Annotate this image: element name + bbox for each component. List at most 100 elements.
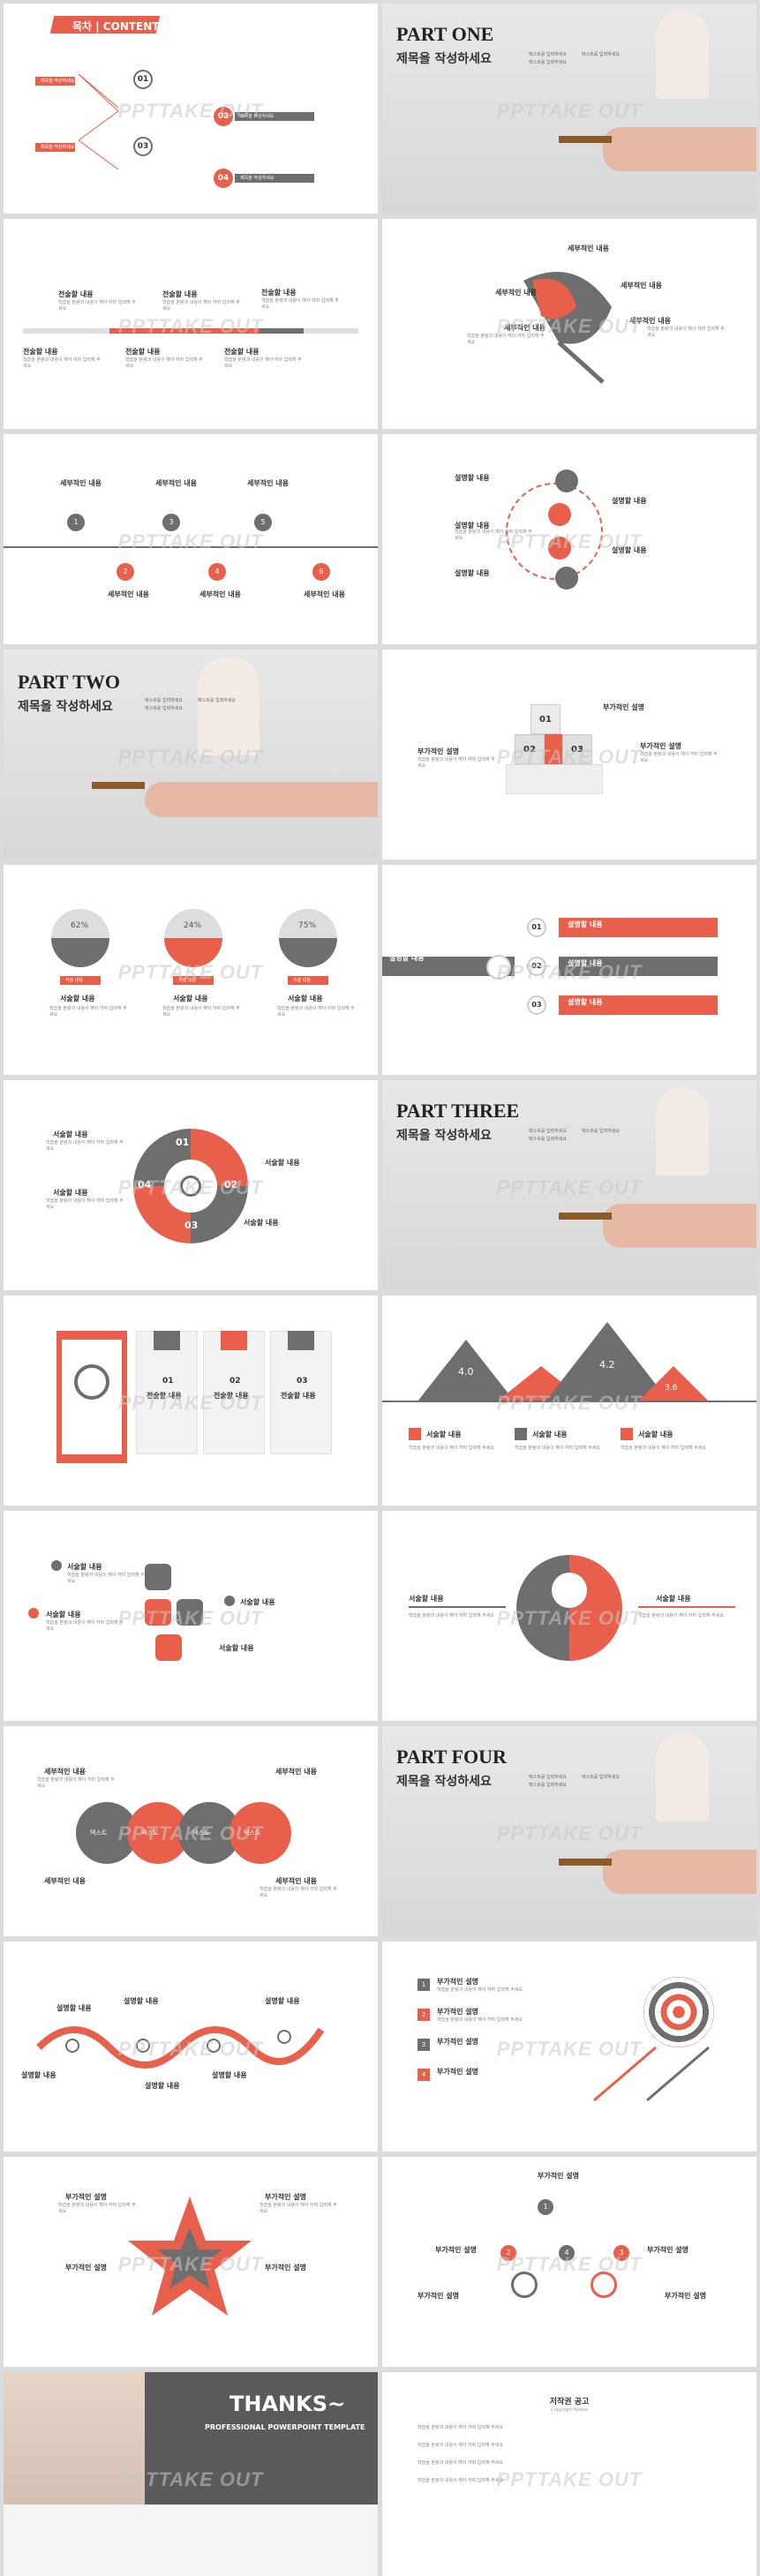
bullet: 텍스트를 입력하세요 — [582, 1129, 620, 1134]
therapist-shape — [198, 658, 260, 755]
table-shape — [559, 1213, 612, 1220]
circle-text: 텍스트 — [90, 1829, 108, 1836]
bullet: 텍스트를 입력하세요 — [582, 52, 620, 57]
arrows-slide: 서술할 내용 서술할 내용 서술할 내용 서술할 내용 학습을 분량과 내용이 … — [4, 1511, 378, 1721]
label: 부가적인 설명 — [265, 2264, 306, 2272]
target-icon — [643, 1977, 714, 2047]
node — [277, 2030, 291, 2044]
pill: 서술 내용 — [60, 976, 101, 985]
step-1: 1 — [67, 514, 85, 531]
arrow-block — [145, 1599, 171, 1626]
label: 부가적인 설명 — [418, 2292, 459, 2300]
desc: 학습을 분량과 내용이 해야 하며 입력해 주세요 — [162, 300, 240, 312]
value: 3.6 — [665, 1384, 678, 1393]
label: 서술할 내용 — [244, 1219, 279, 1227]
label: 서술할 내용 — [288, 995, 323, 1003]
num-3: 03 — [527, 995, 546, 1015]
node — [136, 2039, 150, 2053]
tab — [221, 1331, 247, 1350]
seg-num: 02 — [224, 1179, 238, 1190]
yinyang-chart — [516, 1555, 622, 1661]
label: 설명할 내용 — [145, 2082, 180, 2090]
triangles-chart — [382, 1322, 756, 1402]
copyright-body: 학습을 분량과 내용이 해야 하며 입력해 주세요 — [418, 2425, 503, 2430]
diamond-icon — [511, 2272, 538, 2298]
label: 설명할 내용 — [265, 1997, 300, 2005]
label: 서술할 내용 — [173, 995, 208, 1003]
copyright-subtitle: Copyright Notice — [551, 2407, 588, 2413]
part-subtitle: 제목을 작성하세요 — [396, 1129, 492, 1143]
card-num: 01 — [162, 1377, 174, 1386]
therapist-shape — [656, 1087, 709, 1175]
part-subtitle: 제목을 작성하세요 — [18, 700, 113, 714]
label: 설명할 내용 — [568, 959, 603, 967]
star-slide: 부가적인 설명 부가적인 설명 부가적인 설명 부가적인 설명 학습을 분량과 … — [4, 2157, 378, 2367]
label: 세부적인 내용 — [60, 479, 102, 487]
node — [207, 2039, 221, 2053]
desc: 학습을 분량과 내용이 해야 하며 입력해 주세요 — [58, 2203, 136, 2214]
label: 세부적인 내용 — [247, 479, 289, 487]
percent-value-1: 62% — [71, 921, 89, 930]
label: 세부적인 내용 — [44, 1768, 86, 1776]
label: 전술할 내용 — [125, 348, 161, 356]
label: 전술할 내용 — [162, 290, 198, 298]
copyright-slide: 저작권 공고 Copyright Notice 학습을 분량과 내용이 해야 하… — [382, 2372, 756, 2576]
desc: 학습을 분량과 내용이 해야 하며 입력해 주세요 — [409, 1446, 494, 1451]
label: 부가적인 설명 — [437, 2038, 478, 2046]
three-bar-slide: 설명할 내용 01 02 03 설명할 내용 설명할 내용 설명할 내용 PPT… — [382, 865, 756, 1075]
bullet: 텍스트를 입력하세요 — [529, 1775, 567, 1780]
arrow-block — [145, 1564, 171, 1590]
part-title: PART ONE — [396, 23, 494, 45]
dollar-icon — [555, 469, 578, 492]
num: 3 — [613, 2245, 629, 2261]
desc: 학습을 분량과 내용이 해야 하며 입력해 주세요 — [46, 1198, 124, 1210]
timeline-icons-slide: 전술할 내용 전술할 내용 전술할 내용 전술할 내용 전술할 내용 전술할 내… — [4, 219, 378, 429]
dot — [28, 1608, 39, 1618]
toc-item-1-num: 01 — [133, 70, 153, 89]
label: 부가적인 설명 — [65, 2264, 107, 2272]
wave-slide: 설명할 내용 설명할 내용 설명할 내용 설명할 내용 설명할 내용 설명할 내… — [4, 1941, 378, 2152]
toc-lines — [78, 73, 119, 170]
label: 세부적인 내용 — [108, 590, 149, 598]
label: 부가적인 설명 — [603, 703, 644, 711]
arrow-block — [155, 1634, 182, 1661]
label: 부가적인 설명 — [435, 2246, 477, 2254]
label: 세부적인 내용 — [504, 324, 546, 332]
search-icon — [591, 2272, 617, 2298]
desc: 학습을 분량과 내용이 해야 하며 입력해 주세요 — [260, 2203, 337, 2214]
bullet: 텍스트를 입력하세요 — [529, 1129, 567, 1134]
thanks-title: THANKS~ — [230, 2392, 346, 2416]
label: 서술할 내용 — [240, 1598, 275, 1606]
label: 설명할 내용 — [612, 497, 647, 505]
step-5: 5 — [254, 514, 272, 531]
timeline-bar-dark — [260, 328, 304, 334]
num: 1 — [418, 1979, 430, 1991]
toc-item-1-pill: 제목을 작성하세요 — [35, 77, 75, 86]
bullet: 텍스트를 입력하세요 — [145, 698, 183, 703]
divider — [409, 1606, 506, 1608]
towel-shape — [4, 2505, 378, 2576]
label: 설명할 내용 — [56, 2004, 92, 2012]
label: 세부적인 내용 — [621, 282, 662, 289]
cube-left: 02 — [515, 734, 545, 764]
tab — [154, 1331, 180, 1350]
label: 설명할 내용 — [568, 920, 603, 928]
label: 서술할 내용 — [53, 1130, 88, 1138]
watermark: PPTTAKE OUT — [117, 530, 264, 553]
copyright-body: 학습을 분량과 내용이 해야 하며 입력해 주세요 — [418, 2443, 503, 2448]
bullet: 텍스트를 입력하세요 — [529, 60, 567, 65]
label: 전술할 내용 — [23, 348, 58, 356]
triangles-slide: 4.0 4.2 3.6 서술할 내용 서술할 내용 서술할 내용 학습을 분량과… — [382, 1296, 756, 1506]
step-6: 6 — [312, 563, 330, 581]
percent-circle-2 — [164, 909, 222, 967]
toc-item-4-pill: 제목을 작성하세요 — [235, 174, 314, 183]
table-shape — [559, 136, 612, 143]
num: 3 — [418, 2039, 430, 2051]
percent-circle-3 — [279, 909, 337, 967]
label: 부가적인 설명 — [437, 2068, 478, 2076]
card-num: 02 — [230, 1377, 241, 1386]
desc: 학습을 분량과 내용이 해야 하며 입력해 주세요 — [467, 334, 545, 345]
desc: 학습을 분량과 내용이 해야 하며 입력해 주세요 — [277, 1006, 355, 1018]
toc-item-3-num: 03 — [133, 137, 153, 156]
timeline-line — [4, 546, 378, 548]
